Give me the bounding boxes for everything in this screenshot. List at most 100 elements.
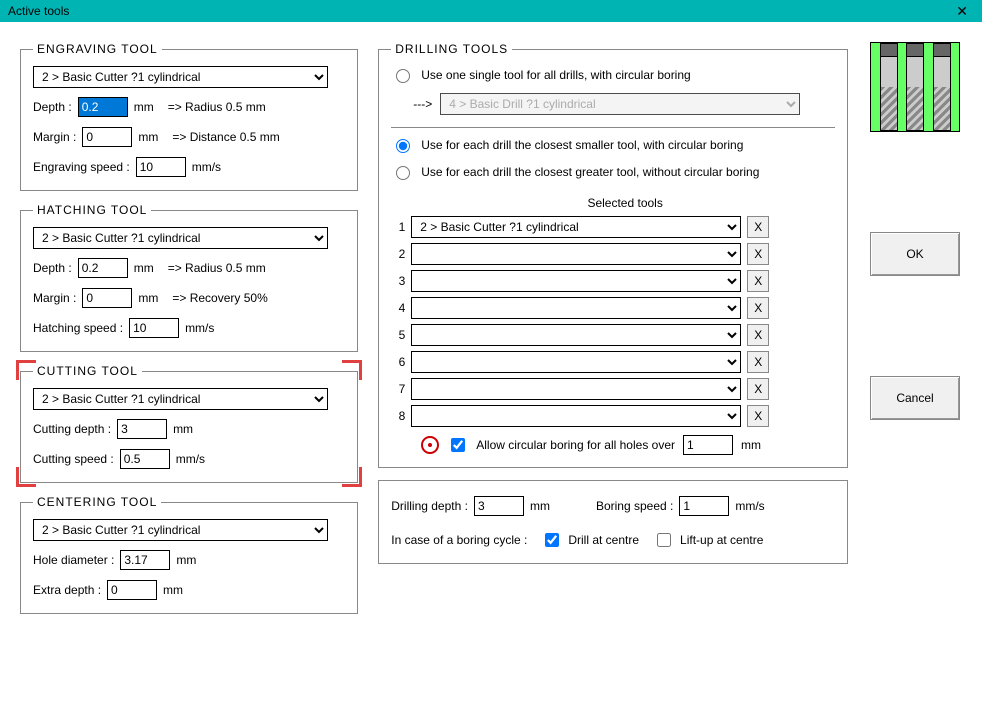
window-title: Active tools bbox=[8, 4, 69, 18]
engraving-depth-info: => Radius 0.5 mm bbox=[168, 100, 266, 114]
cutting-legend: CUTTING TOOL bbox=[33, 364, 142, 378]
clear-tool-button-8[interactable]: X bbox=[747, 405, 769, 427]
drill-at-centre-checkbox[interactable] bbox=[545, 533, 559, 547]
selected-tools-header: Selected tools bbox=[415, 196, 835, 210]
hatching-legend: HATCHING TOOL bbox=[33, 203, 151, 217]
clear-tool-button-3[interactable]: X bbox=[747, 270, 769, 292]
clear-tool-button-1[interactable]: X bbox=[747, 216, 769, 238]
cutting-group: CUTTING TOOL 2 > Basic Cutter ?1 cylindr… bbox=[20, 364, 358, 483]
hatching-depth-input[interactable] bbox=[78, 258, 128, 278]
clear-tool-button-2[interactable]: X bbox=[747, 243, 769, 265]
centering-group: CENTERING TOOL 2 > Basic Cutter ?1 cylin… bbox=[20, 495, 358, 614]
drilling-params-group: Drilling depth : mm Boring speed : mm/s … bbox=[378, 480, 848, 564]
selected-tool-row: 6X bbox=[391, 351, 835, 373]
clear-tool-button-7[interactable]: X bbox=[747, 378, 769, 400]
engraving-depth-input[interactable] bbox=[78, 97, 128, 117]
unit-label: mm bbox=[530, 499, 550, 513]
cutting-speed-input[interactable] bbox=[120, 449, 170, 469]
row-number: 1 bbox=[391, 220, 405, 234]
selected-tool-row: 4X bbox=[391, 297, 835, 319]
selected-tool-row: 8X bbox=[391, 405, 835, 427]
boring-cycle-label: In case of a boring cycle : bbox=[391, 533, 527, 547]
selected-tool-select-3[interactable] bbox=[411, 270, 741, 292]
clear-tool-button-4[interactable]: X bbox=[747, 297, 769, 319]
unit-label: mm bbox=[741, 438, 761, 452]
selected-tool-row: 7X bbox=[391, 378, 835, 400]
drilling-option-single-label: Use one single tool for all drills, with… bbox=[421, 68, 690, 82]
selected-tool-row: 5X bbox=[391, 324, 835, 346]
hatching-depth-info: => Radius 0.5 mm bbox=[168, 261, 266, 275]
drill-at-centre-label: Drill at centre bbox=[568, 533, 639, 547]
unit-label: mm bbox=[176, 553, 196, 567]
drilling-legend: DRILLING TOOLS bbox=[391, 42, 512, 56]
selected-tool-select-4[interactable] bbox=[411, 297, 741, 319]
unit-label: mm bbox=[138, 130, 158, 144]
selected-tool-row: 1 2 > Basic Cutter ?1 cylindrical X bbox=[391, 216, 835, 238]
lift-up-checkbox[interactable] bbox=[657, 533, 671, 547]
allow-boring-input[interactable] bbox=[683, 435, 733, 455]
hatching-margin-info: => Recovery 50% bbox=[172, 291, 267, 305]
centering-legend: CENTERING TOOL bbox=[33, 495, 161, 509]
selected-tool-row: 2X bbox=[391, 243, 835, 265]
cutting-tool-select[interactable]: 2 > Basic Cutter ?1 cylindrical bbox=[33, 388, 328, 410]
selected-tool-select-8[interactable] bbox=[411, 405, 741, 427]
selected-tool-select-1[interactable]: 2 > Basic Cutter ?1 cylindrical bbox=[411, 216, 741, 238]
engraving-margin-input[interactable] bbox=[82, 127, 132, 147]
drilling-option-greater-radio[interactable] bbox=[396, 166, 410, 180]
engraving-group: ENGRAVING TOOL 2 > Basic Cutter ?1 cylin… bbox=[20, 42, 358, 191]
row-number: 4 bbox=[391, 301, 405, 315]
hatching-group: HATCHING TOOL 2 > Basic Cutter ?1 cylind… bbox=[20, 203, 358, 352]
hatching-tool-select[interactable]: 2 > Basic Cutter ?1 cylindrical bbox=[33, 227, 328, 249]
boring-speed-input[interactable] bbox=[679, 496, 729, 516]
cutting-depth-input[interactable] bbox=[117, 419, 167, 439]
drilling-option-smaller-label: Use for each drill the closest smaller t… bbox=[421, 138, 743, 152]
row-number: 7 bbox=[391, 382, 405, 396]
centering-extra-label: Extra depth : bbox=[33, 583, 101, 597]
hatching-margin-input[interactable] bbox=[82, 288, 132, 308]
hatching-speed-input[interactable] bbox=[129, 318, 179, 338]
selected-tool-row: 3X bbox=[391, 270, 835, 292]
engraving-speed-input[interactable] bbox=[136, 157, 186, 177]
centering-diameter-input[interactable] bbox=[120, 550, 170, 570]
unit-label: mm/s bbox=[192, 160, 221, 174]
drilling-group: DRILLING TOOLS Use one single tool for a… bbox=[378, 42, 848, 468]
engraving-margin-info: => Distance 0.5 mm bbox=[172, 130, 279, 144]
engraving-speed-label: Engraving speed : bbox=[33, 160, 130, 174]
row-number: 8 bbox=[391, 409, 405, 423]
close-icon[interactable]: ✕ bbox=[950, 3, 974, 20]
arrow-label: ---> bbox=[413, 97, 432, 111]
centering-tool-select[interactable]: 2 > Basic Cutter ?1 cylindrical bbox=[33, 519, 328, 541]
unit-label: mm bbox=[134, 261, 154, 275]
allow-boring-checkbox[interactable] bbox=[451, 438, 465, 452]
unit-label: mm bbox=[163, 583, 183, 597]
hatching-speed-label: Hatching speed : bbox=[33, 321, 123, 335]
clear-tool-button-5[interactable]: X bbox=[747, 324, 769, 346]
selected-tool-select-7[interactable] bbox=[411, 378, 741, 400]
drilling-depth-label: Drilling depth : bbox=[391, 499, 468, 513]
row-number: 5 bbox=[391, 328, 405, 342]
engraving-depth-label: Depth : bbox=[33, 100, 72, 114]
clear-tool-button-6[interactable]: X bbox=[747, 351, 769, 373]
selected-tool-select-2[interactable] bbox=[411, 243, 741, 265]
drilling-option-greater-label: Use for each drill the closest greater t… bbox=[421, 165, 759, 179]
drilling-option-single-radio[interactable] bbox=[396, 69, 410, 83]
boring-speed-label: Boring speed : bbox=[596, 499, 673, 513]
drill-bits-icon bbox=[870, 42, 960, 132]
unit-label: mm/s bbox=[735, 499, 764, 513]
selected-tool-select-6[interactable] bbox=[411, 351, 741, 373]
boring-allowed-icon bbox=[421, 436, 439, 454]
unit-label: mm/s bbox=[176, 452, 205, 466]
engraving-tool-select[interactable]: 2 > Basic Cutter ?1 cylindrical bbox=[33, 66, 328, 88]
unit-label: mm/s bbox=[185, 321, 214, 335]
drilling-depth-input[interactable] bbox=[474, 496, 524, 516]
drilling-option-smaller-radio[interactable] bbox=[396, 139, 410, 153]
allow-boring-label: Allow circular boring for all holes over bbox=[476, 438, 675, 452]
hatching-depth-label: Depth : bbox=[33, 261, 72, 275]
hatching-margin-label: Margin : bbox=[33, 291, 76, 305]
selected-tool-select-5[interactable] bbox=[411, 324, 741, 346]
ok-button[interactable]: OK bbox=[870, 232, 960, 276]
centering-extra-input[interactable] bbox=[107, 580, 157, 600]
unit-label: mm bbox=[134, 100, 154, 114]
cancel-button[interactable]: Cancel bbox=[870, 376, 960, 420]
cutting-depth-label: Cutting depth : bbox=[33, 422, 111, 436]
